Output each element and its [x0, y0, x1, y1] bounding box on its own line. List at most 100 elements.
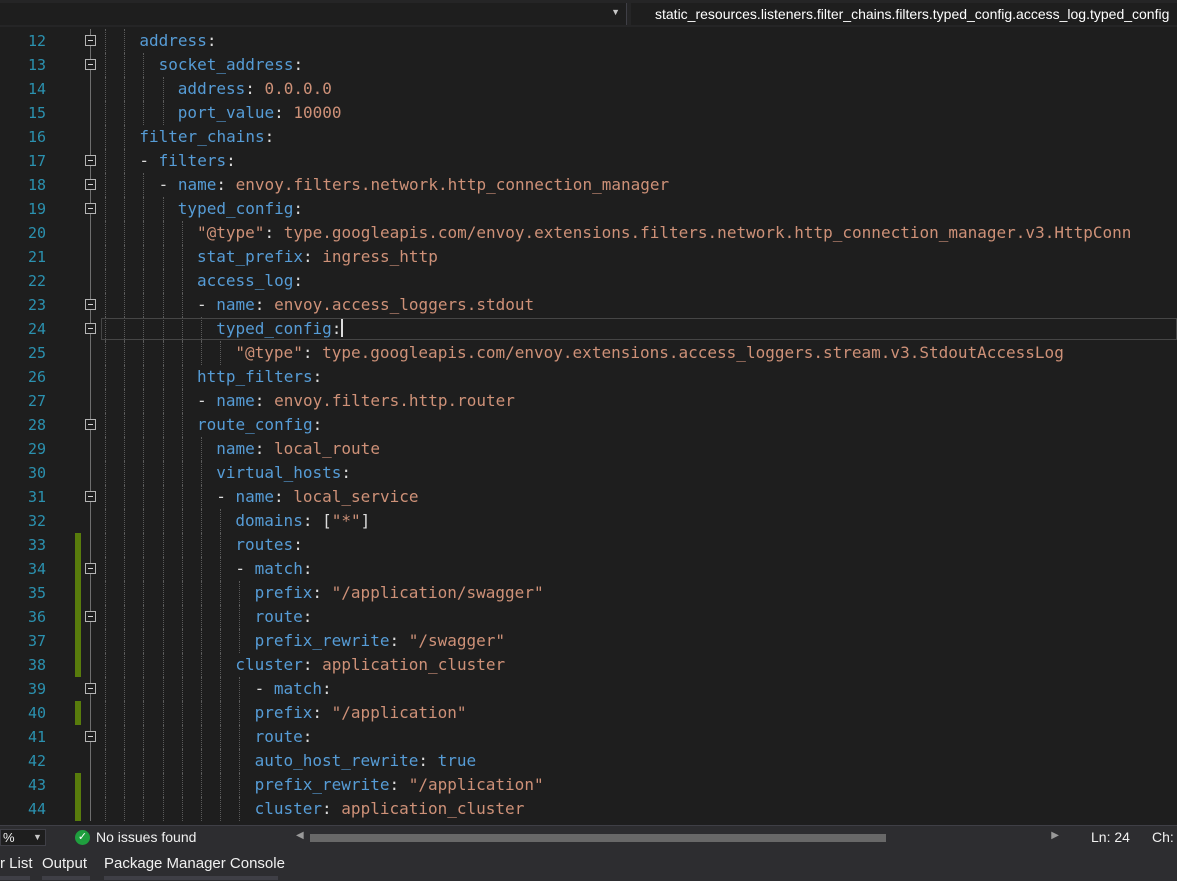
code-line[interactable]: 17 - filters:: [0, 149, 1177, 173]
collapse-icon[interactable]: [85, 683, 96, 694]
code-text: prefix: "/application": [255, 701, 467, 725]
code-line[interactable]: 31 - name: local_service: [0, 485, 1177, 509]
code-text: socket_address:: [159, 53, 304, 77]
indent-guide: [181, 749, 183, 773]
code-line[interactable]: 15 port_value: 10000: [0, 101, 1177, 125]
collapse-icon[interactable]: [85, 731, 96, 742]
code-line[interactable]: 33 routes:: [0, 533, 1177, 557]
code-text: typed_config:: [178, 197, 303, 221]
collapse-icon[interactable]: [85, 179, 96, 190]
code-line[interactable]: 41 route:: [0, 725, 1177, 749]
yaml-value: "/application": [331, 703, 467, 722]
code-line[interactable]: 37 prefix_rewrite: "/swagger": [0, 629, 1177, 653]
indent-guide: [124, 749, 126, 773]
indent-guide: [181, 581, 183, 605]
indent-guide: [162, 749, 164, 773]
indent-guide: [201, 557, 202, 581]
tab-underline: [104, 876, 278, 880]
code-editor[interactable]: 12 address: 13 socket_address: 14 address: 0.…: [0, 27, 1177, 825]
code-line[interactable]: 25 "@type": type.googleapis.com/envoy.ext…: [0, 341, 1177, 365]
line-number: 29: [27, 440, 46, 458]
code-line[interactable]: 12 address:: [0, 29, 1177, 53]
tab-error-list[interactable]: r List: [0, 855, 33, 872]
indent-guide: [124, 341, 126, 365]
indent-guide: [162, 437, 164, 461]
indent-guide: [220, 725, 222, 749]
code-line[interactable]: 28 route_config:: [0, 413, 1177, 437]
code-line[interactable]: 23 - name: envoy.access_loggers.stdout: [0, 293, 1177, 317]
code-line[interactable]: 30 virtual_hosts:: [0, 461, 1177, 485]
yaml-value: "/application": [408, 775, 544, 794]
scope-dropdown[interactable]: ▼: [0, 3, 627, 25]
code-line[interactable]: 16 filter_chains:: [0, 125, 1177, 149]
code-text: prefix_rewrite: "/application": [255, 773, 544, 797]
yaml-key: route: [254, 727, 303, 746]
chevron-down-icon[interactable]: ▼: [33, 830, 42, 845]
code-line[interactable]: 21 stat_prefix: ingress_http: [0, 245, 1177, 269]
collapse-icon[interactable]: [85, 35, 96, 46]
indent-guide: [201, 725, 202, 749]
code-line[interactable]: 27 - name: envoy.filters.http.router: [0, 389, 1177, 413]
code-line[interactable]: 35 prefix: "/application/swagger": [0, 581, 1177, 605]
horizontal-scrollbar[interactable]: ◀ ▶: [290, 830, 1065, 845]
code-line[interactable]: 34 - match:: [0, 557, 1177, 581]
code-line[interactable]: 42 auto_host_rewrite: true: [0, 749, 1177, 773]
code-text: prefix_rewrite: "/swagger": [255, 629, 505, 653]
collapse-icon[interactable]: [85, 491, 96, 502]
indent-guide: [124, 245, 126, 269]
code-line[interactable]: 36 route:: [0, 605, 1177, 629]
breadcrumb-dropdown[interactable]: static_resources.listeners.filter_chains…: [631, 3, 1177, 25]
scroll-right-icon[interactable]: ▶: [1051, 830, 1059, 841]
code-text: - name: envoy.filters.network.http_conne…: [159, 173, 670, 197]
scroll-left-icon[interactable]: ◀: [296, 830, 304, 841]
code-text: - filters:: [139, 149, 235, 173]
line-number: 38: [27, 656, 46, 674]
indent-guide: [162, 101, 164, 125]
yaml-punctuation: :: [254, 391, 275, 410]
code-line[interactable]: 24 typed_config:: [0, 317, 1177, 341]
line-number: 34: [27, 560, 46, 578]
indent-guide: [220, 605, 222, 629]
collapse-icon[interactable]: [85, 59, 96, 70]
indent-guide: [239, 797, 241, 821]
code-line[interactable]: 22 access_log:: [0, 269, 1177, 293]
code-line[interactable]: 40 prefix: "/application": [0, 701, 1177, 725]
collapse-icon[interactable]: [85, 203, 96, 214]
indent-guide: [181, 797, 183, 821]
yaml-value: ingress_http: [322, 247, 438, 266]
code-line[interactable]: 43 prefix_rewrite: "/application": [0, 773, 1177, 797]
collapse-icon[interactable]: [85, 155, 96, 166]
scrollbar-thumb[interactable]: [310, 834, 886, 842]
tab-output[interactable]: Output: [42, 855, 87, 872]
yaml-value: type.googleapis.com/envoy.extensions.acc…: [322, 343, 1064, 362]
code-line[interactable]: 13 socket_address:: [0, 53, 1177, 77]
chevron-down-icon[interactable]: ▼: [611, 7, 620, 17]
yaml-key: prefix_rewrite: [254, 631, 390, 650]
code-line[interactable]: 29 name: local_route: [0, 437, 1177, 461]
code-line[interactable]: 39 - match:: [0, 677, 1177, 701]
collapse-icon[interactable]: [85, 323, 96, 334]
code-line[interactable]: 26 http_filters:: [0, 365, 1177, 389]
code-text: route:: [255, 605, 313, 629]
indent-guide: [239, 701, 241, 725]
code-line[interactable]: 18 - name: envoy.filters.network.http_con…: [0, 173, 1177, 197]
code-line[interactable]: 32 domains: ["*"]: [0, 509, 1177, 533]
code-line[interactable]: 14 address: 0.0.0.0: [0, 77, 1177, 101]
yaml-punctuation: ]: [360, 511, 371, 530]
yaml-punctuation: :: [331, 319, 342, 338]
code-line[interactable]: 44 cluster: application_cluster: [0, 797, 1177, 821]
zoom-dropdown[interactable]: % ▼: [0, 829, 46, 846]
indent-guide: [201, 341, 202, 365]
code-line[interactable]: 38 cluster: application_cluster: [0, 653, 1177, 677]
code-line[interactable]: 19 typed_config:: [0, 197, 1177, 221]
tab-package-manager-console[interactable]: Package Manager Console: [104, 855, 285, 872]
line-number: 44: [27, 800, 46, 818]
indent-guide: [201, 581, 202, 605]
collapse-icon[interactable]: [85, 611, 96, 622]
yaml-value: type.googleapis.com/envoy.extensions.fil…: [283, 223, 1132, 242]
collapse-icon[interactable]: [85, 299, 96, 310]
collapse-icon[interactable]: [85, 563, 96, 574]
code-line[interactable]: 20 "@type": type.googleapis.com/envoy.ext…: [0, 221, 1177, 245]
yaml-key: cluster: [254, 799, 323, 818]
collapse-icon[interactable]: [85, 419, 96, 430]
